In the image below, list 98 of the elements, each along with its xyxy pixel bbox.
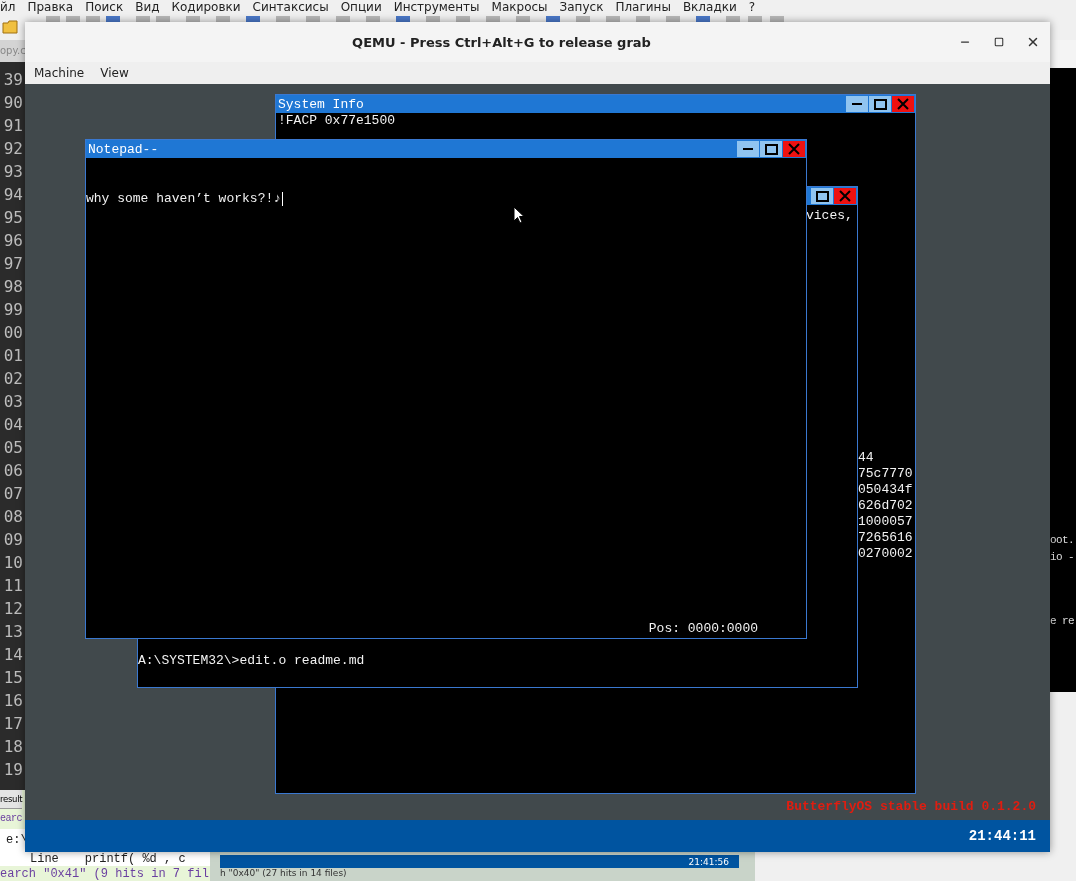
menu-item[interactable]: Machine — [34, 62, 85, 84]
text-cursor — [282, 191, 284, 206]
menu-item[interactable]: Инструменты — [393, 0, 480, 14]
menu-item[interactable]: Опции — [340, 0, 382, 14]
info-line: 050434f — [858, 482, 913, 498]
search-result-line[interactable]: earch "0x41" (9 hits in 7 fil — [0, 866, 209, 881]
line-number: 98 — [2, 276, 24, 298]
line-number: 04 — [2, 414, 24, 436]
line-number: 05 — [2, 437, 24, 459]
menu-item[interactable]: Синтаксисы — [252, 0, 329, 14]
close-button[interactable] — [783, 141, 805, 157]
menu-item[interactable]: Плагины — [615, 0, 671, 14]
close-icon — [1026, 35, 1040, 49]
close-icon — [897, 98, 909, 110]
output-line: io - — [1050, 550, 1074, 565]
result-tab[interactable]: result — [0, 790, 23, 809]
line-number: 11 — [2, 575, 24, 597]
line-number: 00 — [2, 322, 24, 344]
console-line: vices, — [806, 208, 853, 224]
line-number: 01 — [2, 345, 24, 367]
line-number: 93 — [2, 161, 24, 183]
info-line: 44 — [858, 450, 874, 466]
close-button[interactable] — [834, 188, 856, 204]
line-number: 92 — [2, 138, 24, 160]
line-number: 90 — [2, 92, 24, 114]
maximize-button[interactable] — [811, 188, 833, 204]
window-title: System Info — [277, 96, 365, 112]
line-number: 07 — [2, 483, 24, 505]
window-title-bar[interactable]: Notepad-- — [86, 140, 806, 158]
code-snippet: printf( %d , c — [84, 851, 186, 866]
thumbnail-clock: 21:41:56 — [688, 856, 729, 867]
info-line: 75c7770 — [858, 466, 913, 482]
maximize-icon — [815, 190, 829, 202]
line-number: 96 — [2, 230, 24, 252]
line-number: 99 — [2, 299, 24, 321]
minimize-button[interactable] — [846, 96, 868, 112]
line-number: 16 — [2, 690, 24, 712]
maximize-button[interactable] — [869, 96, 891, 112]
info-line: 626d702 — [858, 498, 913, 514]
title-bar[interactable]: QEMU - Press Ctrl+Alt+G to release grab — [25, 22, 1050, 62]
menu-item[interactable]: йл — [0, 0, 16, 14]
menu-item[interactable]: Кодировки — [171, 0, 241, 14]
menu-item[interactable]: ? — [748, 0, 756, 14]
info-line: 0270002 — [858, 546, 913, 562]
line-number: 17 — [2, 713, 24, 735]
line-number: 97 — [2, 253, 24, 275]
build-label: ButterflyOS stable build 0.1.2.0 — [786, 799, 1036, 814]
line-number: 14 — [2, 644, 24, 666]
text-content[interactable]: why some haven’t works?!♪ — [86, 191, 284, 207]
line-number: 09 — [2, 529, 24, 551]
menu-item[interactable]: Правка — [27, 0, 74, 14]
maximize-icon — [994, 37, 1004, 47]
window-title-bar[interactable]: System Info — [276, 95, 915, 113]
line-number: 10 — [2, 552, 24, 574]
status-text: Pos: 0000:0000 — [648, 621, 758, 637]
line-number: 06 — [2, 460, 24, 482]
menu-item[interactable]: Вид — [135, 0, 160, 14]
line-number: 91 — [2, 115, 24, 137]
menu-item[interactable]: Поиск — [85, 0, 124, 14]
close-button[interactable] — [892, 96, 914, 112]
line-number: 02 — [2, 368, 24, 390]
menu-item[interactable]: View — [100, 62, 129, 84]
maximize-icon — [873, 98, 887, 110]
window-title: Notepad-- — [87, 141, 160, 157]
line-number: 19 — [2, 759, 24, 781]
output-line: e re — [1050, 614, 1074, 629]
window-thumbnail[interactable]: 21:41:56 h "0x40" (27 hits in 14 files) — [210, 852, 755, 881]
maximize-icon — [764, 143, 778, 155]
window-title: QEMU - Press Ctrl+Alt+G to release grab — [351, 34, 652, 50]
line-number: 18 — [2, 736, 24, 758]
command-line: A:\SYSTEM32\>edit.o readme.md — [138, 653, 365, 669]
output-line: oot. — [1050, 533, 1074, 548]
line-number: 12 — [2, 598, 24, 620]
clock: 21:44:11 — [968, 828, 1036, 844]
info-line: 1000057 — [858, 514, 913, 530]
line-number: 94 — [2, 184, 24, 206]
folder-icon[interactable] — [2, 20, 18, 34]
line-number: 13 — [2, 621, 24, 643]
line-label: Line — [30, 851, 59, 866]
line-number: 39 — [2, 69, 24, 91]
line-number: 15 — [2, 667, 24, 689]
line-number: 95 — [2, 207, 24, 229]
line-number: 03 — [2, 391, 24, 413]
maximize-button[interactable] — [760, 141, 782, 157]
line-number: 08 — [2, 506, 24, 528]
menu-item[interactable]: Запуск — [559, 0, 604, 14]
search-result-line[interactable]: earc — [0, 812, 22, 826]
menu-item[interactable]: Макросы — [491, 0, 548, 14]
mouse-pointer-icon — [513, 206, 525, 224]
thumbnail-text: h "0x40" (27 hits in 14 files) — [220, 868, 347, 879]
minimize-icon — [852, 103, 862, 105]
minimize-icon — [743, 148, 753, 150]
menu-item[interactable]: Вкладки — [682, 0, 737, 14]
info-line: !FACP 0x77e1500 — [278, 113, 396, 129]
info-line: 7265616 — [858, 530, 913, 546]
close-icon — [839, 190, 851, 202]
minimize-button[interactable] — [737, 141, 759, 157]
close-icon — [788, 143, 800, 155]
